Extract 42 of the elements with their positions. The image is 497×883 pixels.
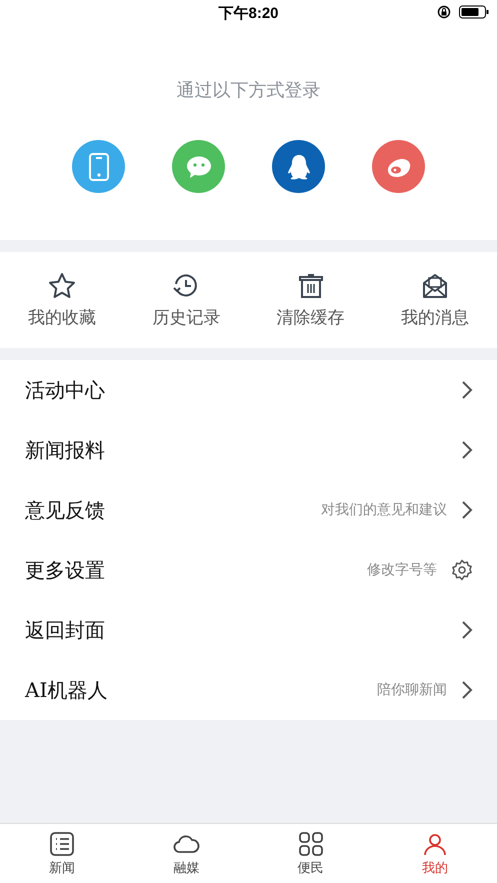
penguin-login-button[interactable] — [272, 140, 325, 193]
status-time: 下午8:20 — [218, 4, 279, 22]
messages-button[interactable]: 我的消息 — [372, 252, 497, 348]
chevron-icon — [461, 620, 473, 640]
menu-label: 返回封面 — [25, 616, 106, 644]
menu-label: AI机器人 — [25, 676, 108, 704]
battery-icon — [459, 5, 489, 19]
tab[interactable]: 我的 — [372, 824, 497, 883]
menu-label: 意见反馈 — [25, 496, 106, 524]
trash-icon — [296, 272, 325, 300]
menu-label: 活动中心 — [25, 376, 106, 404]
penguin-icon — [286, 152, 310, 180]
favorites-button[interactable]: 我的收藏 — [0, 252, 124, 348]
menu-item[interactable]: 返回封面 — [0, 600, 497, 660]
menu-hint: 修改字号等 — [367, 561, 437, 579]
settings-icon — [451, 559, 473, 581]
menu-item[interactable]: 活动中心 — [0, 360, 497, 420]
tab[interactable]: 融媒 — [124, 824, 248, 883]
menu-item[interactable]: 更多设置 修改字号等 — [0, 540, 497, 600]
menu-item[interactable]: 新闻报料 — [0, 420, 497, 480]
chevron-icon — [461, 380, 473, 400]
menu-item[interactable]: AI机器人 陪你聊新闻 — [0, 660, 497, 720]
menu-item[interactable]: 意见反馈 对我们的意见和建议 — [0, 480, 497, 540]
menu-hint: 陪你聊新闻 — [377, 681, 447, 699]
menu-hint: 对我们的意见和建议 — [321, 501, 447, 519]
mail-icon — [420, 272, 449, 300]
tab[interactable]: 便民 — [248, 824, 373, 883]
list-icon — [49, 830, 76, 856]
tab[interactable]: 新闻 — [0, 824, 124, 883]
rotation-lock-icon — [437, 5, 451, 19]
phone-icon — [86, 152, 110, 182]
menu-label: 新闻报料 — [25, 436, 106, 464]
chat-bubble-icon — [184, 154, 212, 180]
chevron-icon — [461, 500, 473, 520]
clear-cache-button[interactable]: 清除缓存 — [248, 252, 373, 348]
menu-label: 更多设置 — [25, 556, 106, 584]
grid-icon — [298, 830, 324, 856]
login-title: 通过以下方式登录 — [176, 79, 320, 102]
chevron-icon — [461, 440, 473, 460]
star-icon — [48, 272, 76, 300]
chevron-icon — [461, 680, 473, 700]
history-button[interactable]: 历史记录 — [124, 252, 248, 348]
